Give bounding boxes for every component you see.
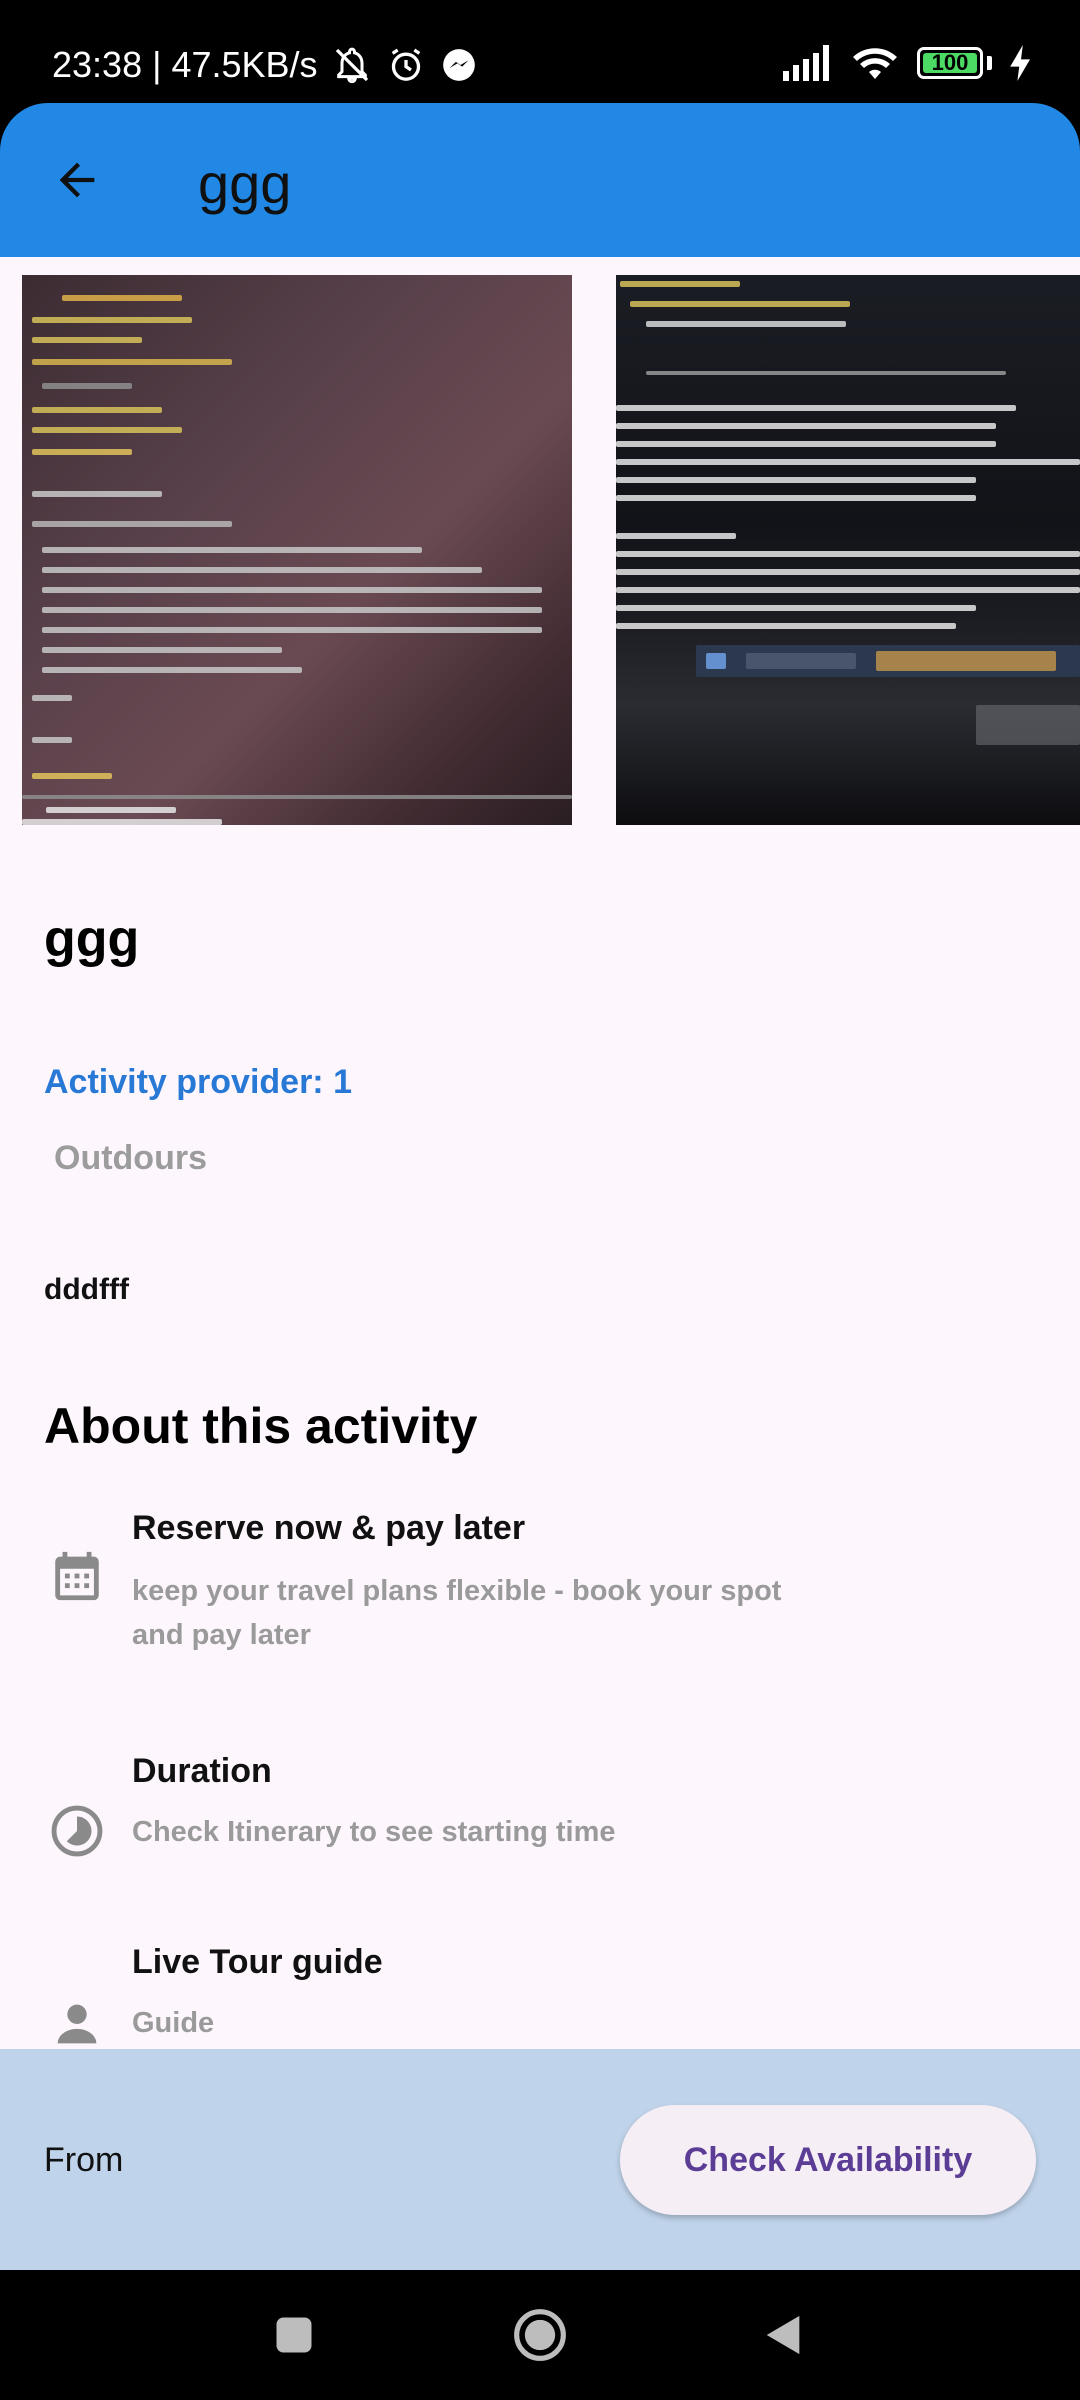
clock-icon bbox=[51, 1805, 103, 1857]
feature-subtitle-line1: keep your travel plans flexible - book y… bbox=[132, 1575, 782, 1607]
mute-icon bbox=[335, 47, 368, 84]
check-availability-button[interactable]: Check Availability bbox=[620, 2105, 1036, 2215]
activity-category: Outdours bbox=[54, 1139, 207, 1177]
feature-subtitle-line1: Check Itinerary to see starting time bbox=[132, 1816, 616, 1848]
activity-photo-1[interactable] bbox=[22, 275, 572, 825]
status-left: 23:38 | 47.5KB/s bbox=[52, 44, 478, 86]
alarm-icon bbox=[391, 48, 420, 81]
signal-icon bbox=[783, 45, 829, 81]
battery-level: 100 bbox=[931, 50, 969, 75]
activity-photo-2[interactable] bbox=[616, 275, 1080, 825]
calendar-icon bbox=[55, 1551, 99, 1601]
feature-subtitle-line2: and pay later bbox=[132, 1619, 311, 1651]
booking-bar: From Check Availability bbox=[0, 2049, 1080, 2270]
wifi-icon bbox=[853, 48, 897, 79]
feature-title: Live Tour guide bbox=[132, 1943, 383, 1981]
status-right: 100 bbox=[783, 44, 1032, 82]
feature-subtitle-line1: Guide bbox=[132, 2007, 215, 2039]
system-nav-bar bbox=[0, 2270, 1080, 2400]
status-time-speed: 23:38 | 47.5KB/s bbox=[52, 44, 318, 85]
activity-provider-link[interactable]: Activity provider: 1 bbox=[44, 1063, 352, 1102]
back-button[interactable] bbox=[44, 147, 110, 213]
app-bar: ggg bbox=[0, 103, 1080, 257]
from-label: From bbox=[44, 2141, 124, 2179]
activity-description: dddfff bbox=[44, 1273, 129, 1306]
activity-title: ggg bbox=[44, 910, 140, 968]
about-heading: About this activity bbox=[44, 1398, 478, 1454]
activity-details[interactable]: ggg Activity provider: 1 Outdours dddfff… bbox=[0, 257, 1080, 2049]
feature-title: Duration bbox=[132, 1752, 272, 1790]
charging-icon bbox=[1010, 45, 1030, 81]
square-icon bbox=[276, 2317, 312, 2353]
home-circle-icon bbox=[514, 2309, 566, 2361]
messenger-icon bbox=[442, 49, 475, 81]
back-nav-button[interactable] bbox=[754, 2305, 814, 2365]
feature-title: Reserve now & pay later bbox=[132, 1509, 526, 1547]
battery-tip bbox=[987, 56, 992, 70]
app-bar-title: ggg bbox=[198, 152, 292, 215]
battery-indicator: 100 bbox=[917, 47, 983, 79]
recents-button[interactable] bbox=[264, 2305, 324, 2365]
person-icon bbox=[57, 2004, 97, 2044]
arrow-back-icon bbox=[59, 162, 95, 198]
home-button[interactable] bbox=[510, 2305, 570, 2365]
triangle-back-icon bbox=[766, 2315, 800, 2355]
